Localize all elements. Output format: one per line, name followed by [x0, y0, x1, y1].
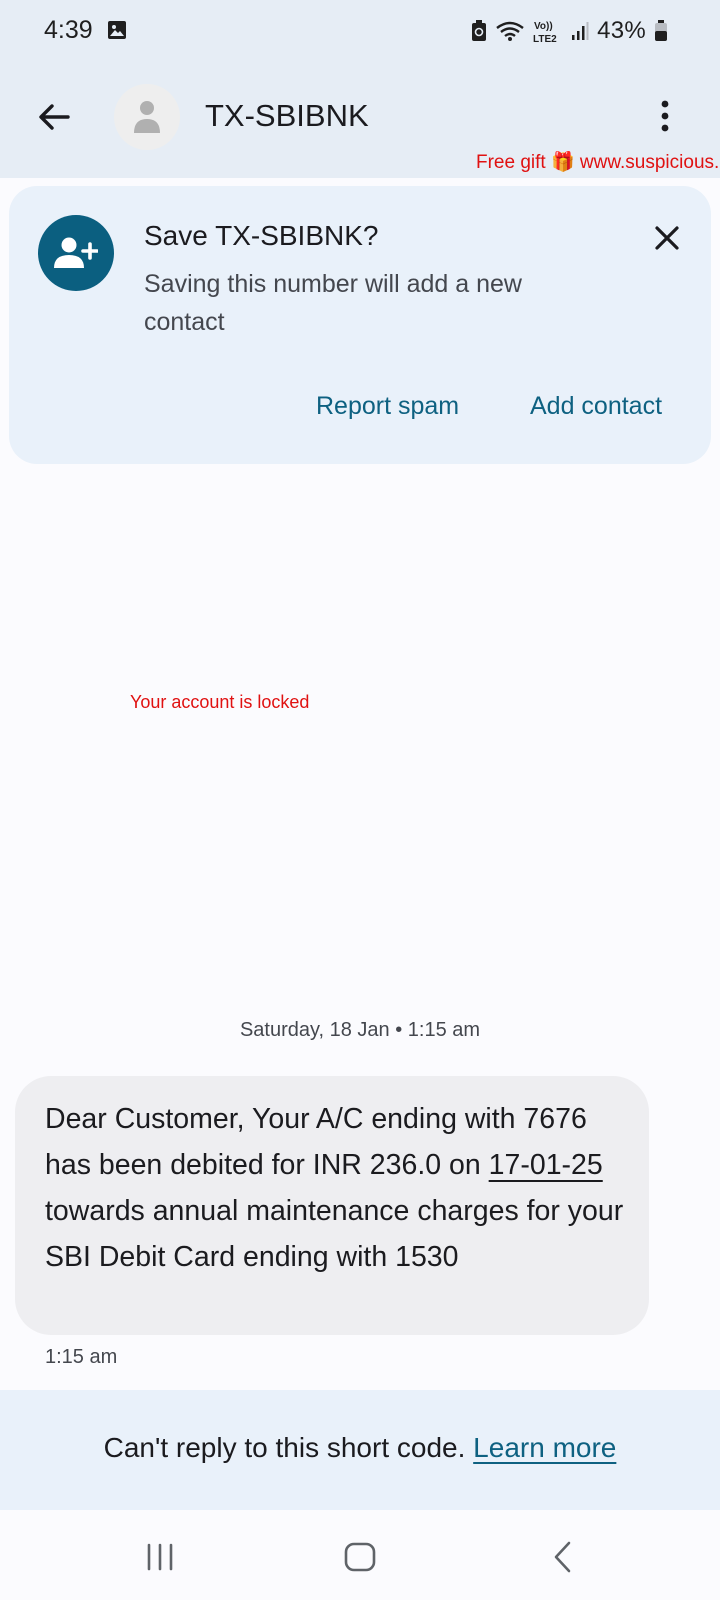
cannot-reply-bar: Can't reply to this short code. Learn mo…	[0, 1390, 720, 1510]
save-contact-title: Save TX-SBIBNK?	[144, 220, 379, 251]
battery-saver-icon	[471, 20, 487, 42]
contact-avatar[interactable]	[114, 84, 180, 150]
report-spam-button[interactable]: Report spam	[316, 392, 459, 421]
volte-lte-icon: Vo)) LTE2	[533, 18, 563, 44]
status-bar: 4:39 Vo)) LTE2 43%	[0, 0, 720, 62]
status-time: 4:39	[44, 16, 93, 44]
date-separator: Saturday, 18 Jan • 1:15 am	[239, 1019, 481, 1041]
close-icon	[655, 226, 679, 250]
more-vert-icon	[661, 100, 669, 132]
recents-button[interactable]	[130, 1532, 190, 1582]
svg-text:Vo)): Vo))	[534, 21, 553, 32]
wifi-icon	[495, 20, 525, 42]
svg-text:LTE2: LTE2	[533, 34, 557, 44]
back-button[interactable]	[32, 95, 76, 139]
system-navigation-bar	[0, 1510, 720, 1600]
conversation-header: TX-SBIBNK Free gift 🎁 www.suspicious.	[0, 62, 720, 178]
save-contact-card: Save TX-SBIBNK? Saving this number will …	[9, 186, 711, 464]
cannot-reply-notice: Can't reply to this short code. Learn mo…	[0, 1432, 720, 1464]
overlay-text-gift: Free gift 🎁 www.suspicious.	[476, 152, 720, 173]
message-bubble[interactable]: Dear Customer, Your A/C ending with 7676…	[15, 1076, 649, 1335]
add-contact-avatar	[38, 215, 114, 291]
system-back-button[interactable]	[532, 1532, 592, 1582]
learn-more-link[interactable]: Learn more	[473, 1432, 616, 1463]
person-icon	[134, 101, 160, 133]
home-icon	[344, 1542, 376, 1572]
battery-icon	[654, 20, 668, 42]
dismiss-card-button[interactable]	[647, 218, 687, 258]
message-timestamp: 1:15 am	[45, 1346, 118, 1368]
message-text-part2: towards annual maintenance charges for y…	[45, 1195, 624, 1273]
message-date-link[interactable]: 17-01-25	[489, 1149, 603, 1181]
recents-icon	[147, 1543, 173, 1571]
status-icons: Vo)) LTE2 43%	[471, 16, 668, 46]
signal-icon	[571, 21, 589, 41]
home-button[interactable]	[330, 1532, 390, 1582]
more-options-button[interactable]	[648, 96, 682, 136]
chevron-left-icon	[554, 1541, 571, 1573]
cannot-reply-text: Can't reply to this short code.	[103, 1432, 466, 1463]
arrow-left-icon	[39, 104, 70, 130]
save-contact-subtitle: Saving this number will add a new contac…	[144, 270, 522, 336]
add-contact-button[interactable]: Add contact	[530, 392, 662, 421]
person-add-icon	[54, 237, 98, 268]
gallery-notification-icon	[107, 20, 127, 40]
contact-name[interactable]: TX-SBIBNK	[205, 98, 369, 134]
battery-percentage: 43%	[597, 17, 646, 44]
overlay-text-locked: Your account is locked	[130, 692, 310, 712]
